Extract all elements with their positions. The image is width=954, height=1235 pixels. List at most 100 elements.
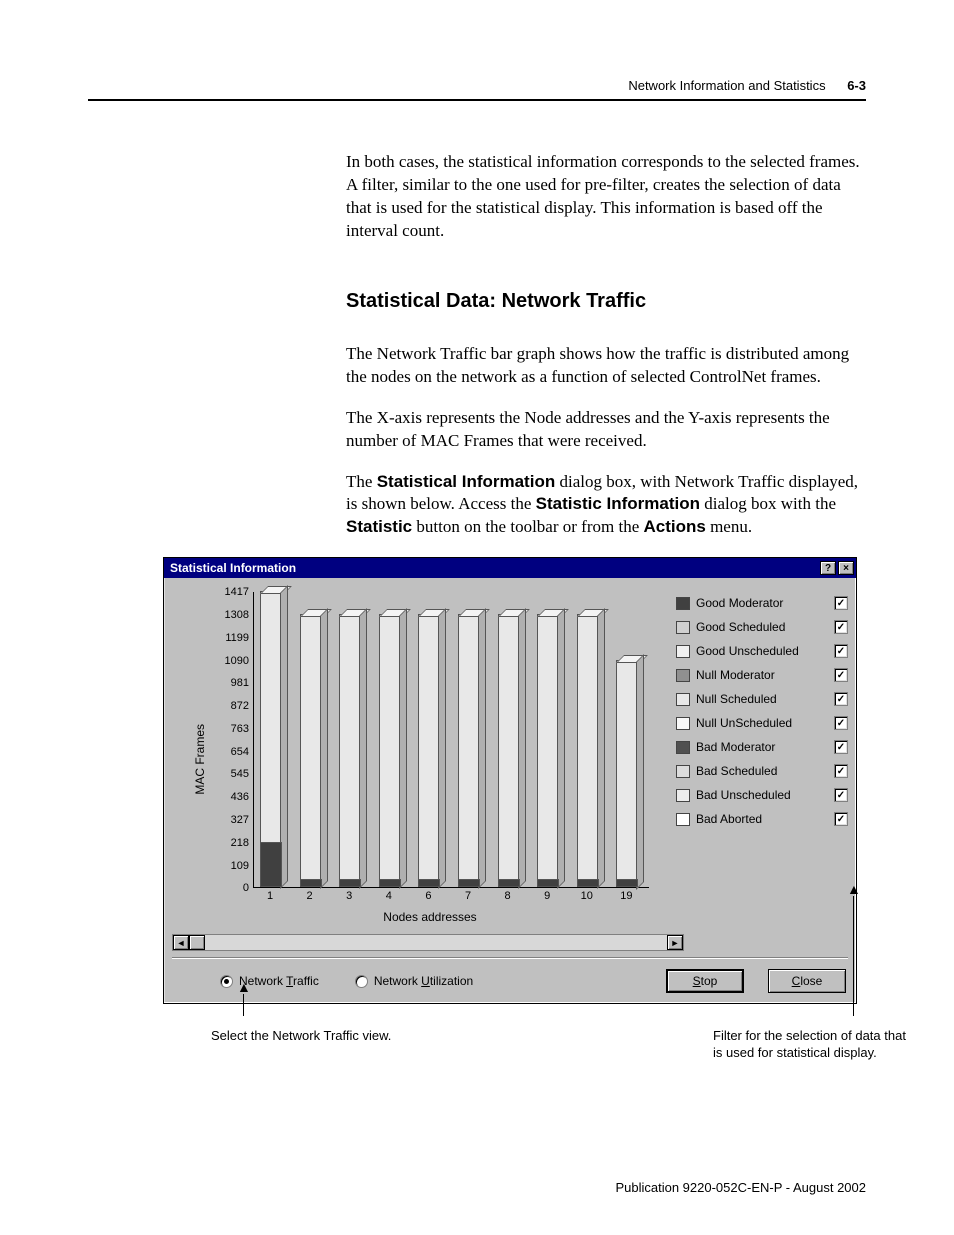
x-tick-label: 3 [346,890,352,902]
paragraph-2: The Network Traffic bar graph shows how … [346,343,866,389]
scroll-right-button[interactable]: ► [667,935,683,950]
chart-bar [498,614,520,887]
paragraph-3: The X-axis represents the Node addresses… [346,407,866,453]
y-tick-label: 872 [211,700,249,712]
legend-checkbox[interactable]: ✓ [834,716,848,730]
y-tick-label: 327 [211,814,249,826]
legend-checkbox[interactable]: ✓ [834,764,848,778]
y-tick-label: 1199 [211,632,249,644]
close-window-button[interactable]: × [838,561,854,575]
publication-footer: Publication 9220-052C-EN-P - August 2002 [615,1180,866,1195]
legend-checkbox[interactable]: ✓ [834,668,848,682]
chart-bar [339,614,361,887]
y-tick-label: 1308 [211,609,249,621]
chart-bar-segment [577,879,599,887]
legend-checkbox[interactable]: ✓ [834,644,848,658]
legend-label: Null Moderator [696,668,828,682]
y-tick-label: 436 [211,791,249,803]
radio-icon [220,975,233,988]
legend-item: Bad Scheduled ✓ [676,764,848,778]
annotation-right: Filter for the selection of data that is… [713,1028,913,1062]
chart-bar [616,660,638,888]
legend-swatch [676,645,690,658]
x-axis-label: Nodes addresses [211,910,649,924]
header-rule [88,99,866,101]
y-tick-label: 545 [211,768,249,780]
legend-checkbox[interactable]: ✓ [834,740,848,754]
x-tick-label: 6 [425,890,431,902]
legend-checkbox[interactable]: ✓ [834,788,848,802]
chart-bar-segment [498,879,520,887]
running-head-text: Network Information and Statistics [628,78,825,93]
statistical-information-dialog: Statistical Information ? × MAC Frames 0… [163,557,857,1004]
scroll-left-button[interactable]: ◄ [173,935,189,950]
x-tick-label: 4 [386,890,392,902]
legend-panel: Good Moderator✓Good Scheduled✓Good Unsch… [676,588,848,930]
chart-bar-segment [300,879,322,887]
x-tick-label: 10 [581,890,593,902]
y-tick-label: 218 [211,837,249,849]
x-tick-label: 8 [505,890,511,902]
scroll-thumb[interactable] [189,935,205,950]
legend-label: Good Scheduled [696,620,828,634]
chart-bar-segment [616,879,638,887]
running-head: Network Information and Statistics 6-3 [88,78,866,93]
y-tick-label: 654 [211,746,249,758]
y-tick-label: 981 [211,677,249,689]
legend-checkbox[interactable]: ✓ [834,620,848,634]
y-tick-label: 109 [211,860,249,872]
chart-bar [577,614,599,887]
chart-bar [300,614,322,887]
chart-bar [418,614,440,887]
x-tick-label: 2 [307,890,313,902]
x-tick-label: 19 [620,890,632,902]
legend-label: Good Unscheduled [696,644,828,658]
legend-checkbox[interactable]: ✓ [834,692,848,706]
legend-item: Good Scheduled ✓ [676,620,848,634]
legend-swatch [676,741,690,754]
legend-label: Bad Aborted [696,812,828,826]
dialog-title: Statistical Information [170,561,296,575]
paragraph-4: The Statistical Information dialog box, … [346,471,866,540]
chart-bar [458,614,480,887]
legend-checkbox[interactable]: ✓ [834,812,848,826]
chart-bar [537,614,559,887]
radio-icon [355,975,368,988]
network-traffic-radio[interactable]: Network Traffic [220,974,319,988]
legend-swatch [676,669,690,682]
chart-bar-segment [379,879,401,887]
legend-label: Good Moderator [696,596,828,610]
legend-label: Bad Unscheduled [696,788,828,802]
chart-bar-segment [458,879,480,887]
y-axis-label: MAC Frames [193,724,207,795]
chart-bar [379,614,401,887]
legend-label: Null Scheduled [696,692,828,706]
network-utilization-radio[interactable]: Network Utilization [355,974,473,988]
stop-button[interactable]: Stop [666,969,744,993]
legend-swatch [676,765,690,778]
close-button[interactable]: Close [768,969,846,993]
legend-label: Null UnScheduled [696,716,828,730]
chart-bar-segment [537,879,559,887]
annotation-left: Select the Network Traffic view. [211,1028,411,1045]
legend-swatch [676,693,690,706]
y-tick-label: 1417 [211,586,249,598]
chart-scrollbar[interactable]: ◄ ► [172,934,684,951]
legend-swatch [676,597,690,610]
y-tick-label: 763 [211,723,249,735]
legend-swatch [676,717,690,730]
chart-bar-segment [339,879,361,887]
legend-swatch [676,621,690,634]
arrow-up-icon: ▲ [237,980,251,1016]
help-button[interactable]: ? [820,561,836,575]
legend-label: Bad Scheduled [696,764,828,778]
legend-checkbox[interactable]: ✓ [834,596,848,610]
legend-item: Null Moderator ✓ [676,668,848,682]
paragraph-1: In both cases, the statistical informati… [346,151,866,243]
legend-item: Bad Moderator ✓ [676,740,848,754]
chart-area: MAC Frames 01092183274365456547638729811… [172,588,670,930]
legend-item: Good Unscheduled ✓ [676,644,848,658]
legend-item: Bad Unscheduled ✓ [676,788,848,802]
legend-label: Bad Moderator [696,740,828,754]
section-heading: Statistical Data: Network Traffic [346,288,866,315]
